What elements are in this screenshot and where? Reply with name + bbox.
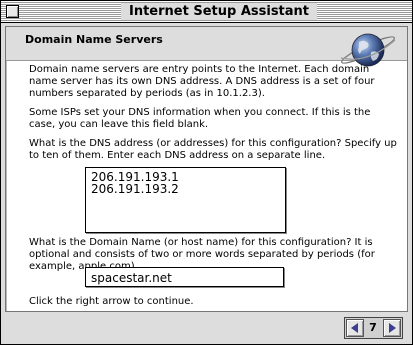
section-title: Domain Name Servers xyxy=(25,33,163,46)
title-bar[interactable]: Internet Setup Assistant xyxy=(1,1,412,23)
dns-address-field[interactable]: 206.191.193.1 206.191.193.2 xyxy=(85,167,286,233)
page-number: 7 xyxy=(369,321,377,334)
page-navigator: 7 xyxy=(344,317,403,339)
next-button[interactable] xyxy=(383,319,401,337)
left-arrow-icon xyxy=(351,323,358,333)
intro-paragraph: Domain name servers are entry points to … xyxy=(29,64,375,99)
previous-button[interactable] xyxy=(346,319,364,337)
window-title: Internet Setup Assistant xyxy=(121,3,318,20)
close-box[interactable] xyxy=(6,5,19,18)
isp-paragraph: Some ISPs set your DNS information when … xyxy=(29,107,371,130)
dns-prompt: What is the DNS address (or addresses) f… xyxy=(29,138,397,161)
dns-entry: 206.191.193.2 xyxy=(91,182,179,196)
right-arrow-icon xyxy=(389,323,396,333)
continue-instruction: Click the right arrow to continue. xyxy=(29,296,194,307)
domain-name-field[interactable]: spacestar.net xyxy=(85,267,284,287)
section-header: Domain Name Servers xyxy=(6,27,407,67)
setup-assistant-window: Internet Setup Assistant Domain Name Ser… xyxy=(0,0,413,345)
content-pane: Domain Name Servers Domain name servers … xyxy=(5,26,408,312)
